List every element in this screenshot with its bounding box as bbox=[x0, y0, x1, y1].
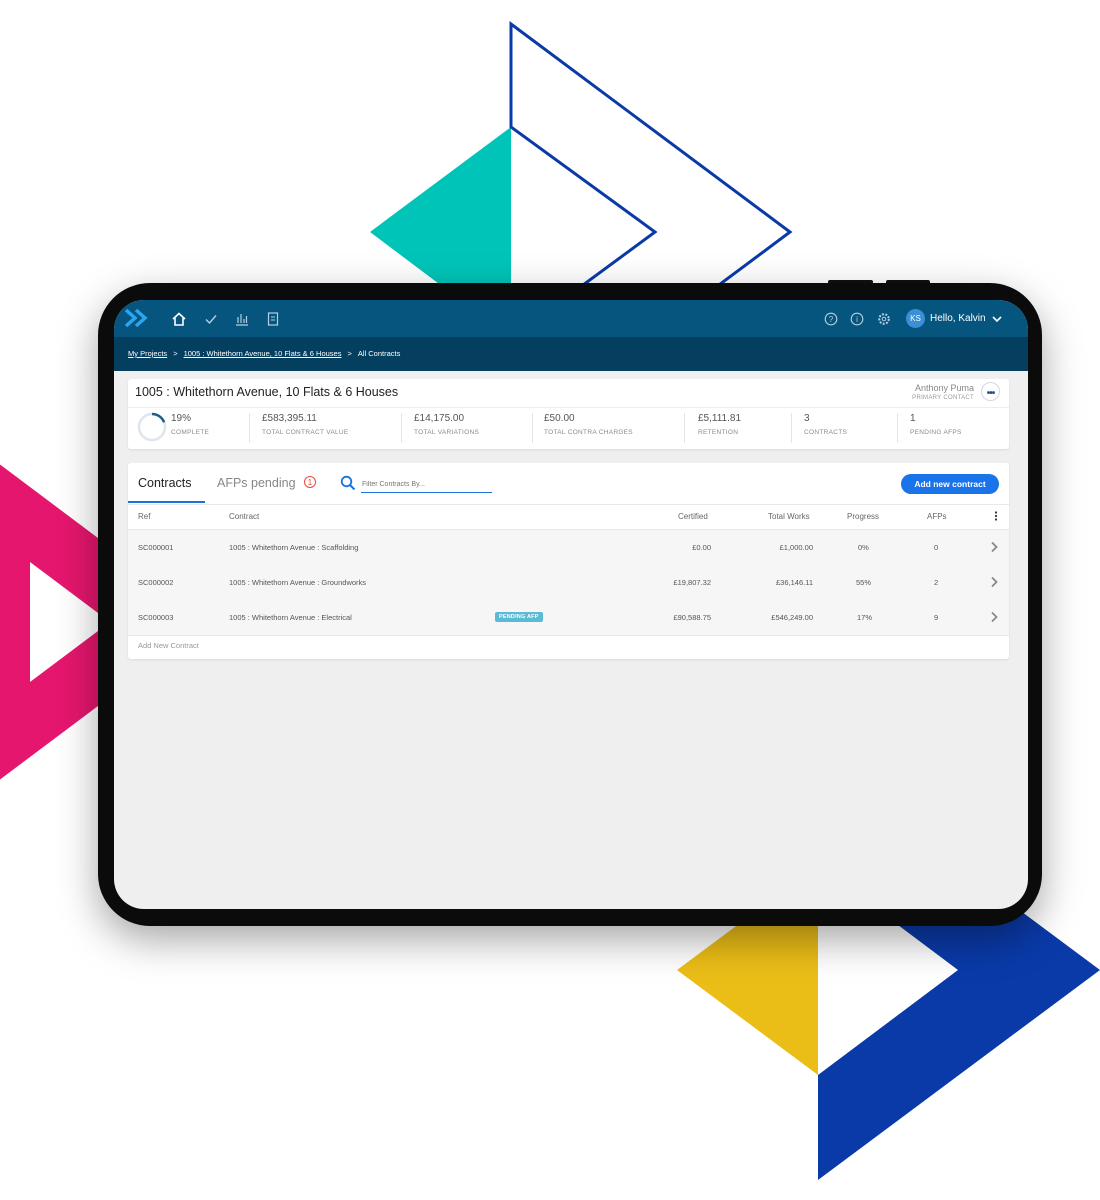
stat-label: CONTRACTS bbox=[804, 429, 848, 436]
cell-certified: £0.00 bbox=[692, 543, 711, 552]
add-new-contract-button[interactable]: Add new contract bbox=[901, 474, 999, 494]
stat-label: TOTAL CONTRA CHARGES bbox=[544, 429, 633, 436]
breadcrumb: My Projects >1005 : Whitethorn Avenue, 10… bbox=[128, 349, 400, 358]
column-header-total-works[interactable]: Total Works bbox=[768, 512, 810, 521]
card-divider bbox=[128, 407, 1009, 408]
contracts-panel: Contracts AFPs pending 1 Add new contrac… bbox=[128, 463, 1009, 659]
stat-divider bbox=[684, 413, 685, 443]
tab-contracts[interactable]: Contracts bbox=[138, 476, 192, 490]
stat-total-contra-charges: £50.00 TOTAL CONTRA CHARGES bbox=[544, 413, 633, 436]
tab-afps-pending[interactable]: AFPs pending bbox=[217, 476, 296, 490]
stat-label: RETENTION bbox=[698, 429, 739, 436]
column-header-contract[interactable]: Contract bbox=[229, 512, 259, 521]
app-screen: ? i KS Hello, Kalvin My Projects >1005 : … bbox=[114, 300, 1028, 909]
primary-contact-name: Anthony Puma bbox=[914, 383, 974, 393]
column-header-ref[interactable]: Ref bbox=[138, 512, 150, 521]
stat-total-contract-value: £583,395.11 TOTAL CONTRACT VALUE bbox=[262, 413, 349, 436]
project-title: 1005 : Whitethorn Avenue, 10 Flats & 6 H… bbox=[135, 385, 399, 399]
bar-chart-icon[interactable] bbox=[234, 311, 250, 327]
progress-ring bbox=[137, 412, 167, 442]
cell-total-works: £36,146.11 bbox=[776, 578, 813, 587]
ellipsis-icon: ••• bbox=[986, 388, 995, 399]
table-row[interactable]: SC000003 1005 : Whitethorn Avenue : Elec… bbox=[128, 600, 1009, 636]
stat-value: 3 bbox=[804, 413, 810, 424]
stat-total-variations: £14,175.00 TOTAL VARIATIONS bbox=[414, 413, 479, 436]
cell-contract: 1005 : Whitethorn Avenue : Scaffolding bbox=[229, 543, 359, 552]
stat-divider bbox=[897, 413, 898, 443]
top-navbar: ? i KS Hello, Kalvin bbox=[114, 300, 1028, 337]
chevron-right-icon[interactable] bbox=[990, 611, 998, 623]
active-tab-indicator bbox=[128, 501, 205, 503]
cell-afps: 9 bbox=[934, 613, 939, 622]
stat-complete: 19% COMPLETE bbox=[171, 413, 209, 436]
cell-progress: 55% bbox=[856, 578, 872, 587]
breadcrumb-separator: > bbox=[347, 349, 352, 358]
stat-value: 19% bbox=[171, 413, 192, 424]
info-icon[interactable]: i bbox=[850, 312, 864, 326]
breadcrumb-separator: > bbox=[173, 349, 178, 358]
stat-value: £583,395.11 bbox=[262, 413, 317, 424]
cell-afps: 2 bbox=[934, 578, 939, 587]
breadcrumb-current: All Contracts bbox=[357, 349, 401, 358]
settings-icon[interactable] bbox=[877, 312, 891, 326]
chevron-down-icon[interactable] bbox=[991, 313, 1003, 325]
stat-label: COMPLETE bbox=[171, 429, 210, 436]
cell-certified: £19,807.32 bbox=[673, 578, 711, 587]
cell-total-works: £1,000.00 bbox=[779, 543, 813, 552]
stat-value: £50.00 bbox=[544, 413, 575, 424]
cell-total-works: £546,249.00 bbox=[771, 613, 813, 622]
cell-certified: £90,588.75 bbox=[673, 613, 711, 622]
cell-ref: SC000003 bbox=[138, 613, 174, 622]
column-menu-icon[interactable] bbox=[994, 511, 998, 521]
home-icon[interactable] bbox=[171, 311, 187, 327]
column-header-progress[interactable]: Progress bbox=[847, 512, 879, 521]
help-icon[interactable]: ? bbox=[824, 312, 838, 326]
stat-pending-afps: 1 PENDING AFPS bbox=[910, 413, 962, 436]
filter-contracts-input[interactable] bbox=[361, 476, 492, 493]
cell-progress: 0% bbox=[858, 543, 869, 552]
document-icon[interactable] bbox=[265, 311, 281, 327]
breadcrumb-my-projects[interactable]: My Projects bbox=[128, 349, 167, 358]
breadcrumb-project[interactable]: 1005 : Whitethorn Avenue, 10 Flats & 6 H… bbox=[184, 349, 342, 358]
check-icon[interactable] bbox=[203, 311, 219, 327]
stat-divider bbox=[249, 413, 250, 443]
column-header-afps[interactable]: AFPs bbox=[927, 512, 947, 521]
search-icon[interactable] bbox=[340, 475, 356, 491]
table-row[interactable]: SC000002 1005 : Whitethorn Avenue : Grou… bbox=[128, 565, 1009, 601]
cell-ref: SC000001 bbox=[138, 543, 174, 552]
afps-pending-badge: 1 bbox=[304, 476, 316, 488]
stat-divider bbox=[791, 413, 792, 443]
column-header-certified[interactable]: Certified bbox=[678, 512, 708, 521]
chevron-right-icon[interactable] bbox=[990, 541, 998, 553]
logo-icon[interactable] bbox=[124, 307, 150, 329]
chevron-right-icon[interactable] bbox=[990, 576, 998, 588]
stat-label: TOTAL CONTRACT VALUE bbox=[262, 429, 349, 436]
stat-contracts: 3 CONTRACTS bbox=[804, 413, 847, 436]
table-row[interactable]: SC000001 1005 : Whitethorn Avenue : Scaf… bbox=[128, 530, 1009, 566]
cell-afps: 0 bbox=[934, 543, 939, 552]
stat-label: TOTAL VARIATIONS bbox=[414, 429, 480, 436]
primary-contact-label: PRIMARY CONTACT bbox=[912, 395, 974, 401]
stat-divider bbox=[401, 413, 402, 443]
add-new-contract-link[interactable]: Add New Contract bbox=[138, 641, 199, 650]
cell-progress: 17% bbox=[857, 613, 873, 622]
stat-value: 1 bbox=[910, 413, 916, 424]
cell-contract: 1005 : Whitethorn Avenue : Groundworks bbox=[229, 578, 367, 587]
cell-ref: SC000002 bbox=[138, 578, 174, 587]
svg-text:?: ? bbox=[829, 315, 834, 324]
greeting-text[interactable]: Hello, Kalvin bbox=[930, 313, 986, 324]
stat-value: £14,175.00 bbox=[414, 413, 465, 424]
avatar[interactable]: KS bbox=[906, 309, 925, 328]
more-options-button[interactable]: ••• bbox=[981, 382, 1000, 401]
project-summary-card: 1005 : Whitethorn Avenue, 10 Flats & 6 H… bbox=[128, 379, 1009, 449]
header-divider bbox=[128, 504, 1009, 505]
stat-divider bbox=[532, 413, 533, 443]
cell-contract: 1005 : Whitethorn Avenue : Electrical bbox=[229, 613, 352, 622]
stat-retention: £5,111.81 RETENTION bbox=[698, 413, 741, 436]
svg-text:i: i bbox=[856, 315, 858, 324]
stat-value: £5,111.81 bbox=[698, 413, 742, 424]
stat-label: PENDING AFPS bbox=[910, 429, 962, 436]
pending-afp-badge: PENDING AFP bbox=[495, 612, 543, 622]
